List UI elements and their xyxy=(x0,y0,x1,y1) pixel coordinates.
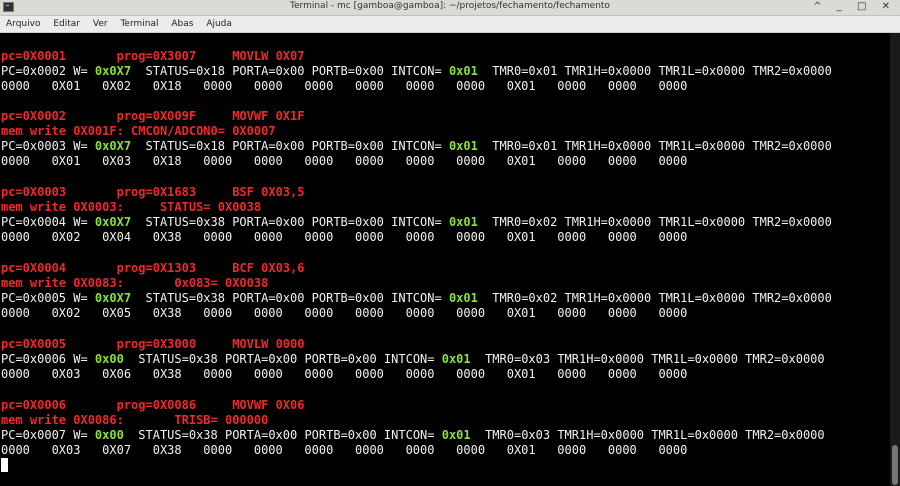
register-line: PC=0x0002 W= 0x0X7 STATUS=0x18 PORTA=0x0… xyxy=(1,64,832,78)
menu-ajuda[interactable]: Ajuda xyxy=(206,16,232,32)
register-line: PC=0x0007 W= 0x00 STATUS=0x38 PORTA=0x00… xyxy=(1,428,825,442)
mem-write-line: mem write 0X0086: TRISB= 000000 xyxy=(1,413,269,427)
mem-write-line: mem write 0X0003: STATUS= 0X0038 xyxy=(1,200,262,214)
register-line: PC=0x0005 W= 0x0X7 STATUS=0x38 PORTA=0x0… xyxy=(1,291,832,305)
values-line: 0000 0X02 0X05 0X38 0000 0000 0000 0000 … xyxy=(1,306,688,320)
terminal-cursor xyxy=(1,458,8,472)
window-title: Terminal - mc [gamboa@gamboa]: ~/projeto… xyxy=(290,1,610,11)
window-titlebar: Terminal - mc [gamboa@gamboa]: ~/projeto… xyxy=(0,0,900,16)
register-line: PC=0x0003 W= 0x0X7 STATUS=0x18 PORTA=0x0… xyxy=(1,139,832,153)
register-line: PC=0x0004 W= 0x0X7 STATUS=0x38 PORTA=0x0… xyxy=(1,215,832,229)
values-line: 0000 0X03 0X06 0X38 0000 0000 0000 0000 … xyxy=(1,367,688,381)
terminal-output[interactable]: pc=0X0001 prog=0X3007 MOVLW 0X07 PC=0x00… xyxy=(0,33,890,486)
instruction-line: pc=0X0006 prog=0X0086 MOVWF 0X06 xyxy=(1,398,305,412)
instruction-line: pc=0X0004 prog=0X1303 BCF 0X03,6 xyxy=(1,261,305,275)
window-controls[interactable]: ^ _ □ ✕ xyxy=(813,1,896,12)
scrollbar-thumb[interactable] xyxy=(892,445,898,485)
values-line: 0000 0X03 0X07 0X38 0000 0000 0000 0000 … xyxy=(1,443,688,457)
menu-arquivo[interactable]: Arquivo xyxy=(6,16,40,32)
values-line: 0000 0X02 0X04 0X38 0000 0000 0000 0000 … xyxy=(1,230,688,244)
mem-write-line: mem write 0X0083: 0x083= 0X0038 xyxy=(1,276,269,290)
menu-abas[interactable]: Abas xyxy=(171,16,193,32)
menu-editar[interactable]: Editar xyxy=(53,16,80,32)
menubar: Arquivo Editar Ver Terminal Abas Ajuda xyxy=(0,16,900,33)
menu-terminal[interactable]: Terminal xyxy=(120,16,158,32)
values-line: 0000 0X01 0X03 0X18 0000 0000 0000 0000 … xyxy=(1,154,688,168)
terminal-scrollbar[interactable] xyxy=(890,33,900,486)
mem-write-line: mem write 0X001F: CMCON/ADCON0= 0X0007 xyxy=(1,124,276,138)
instruction-line: pc=0X0005 prog=0X3000 MOVLW 0000 xyxy=(1,337,305,351)
register-line: PC=0x0006 W= 0x00 STATUS=0x38 PORTA=0x00… xyxy=(1,352,825,366)
values-line: 0000 0X01 0X02 0X18 0000 0000 0000 0000 … xyxy=(1,79,688,93)
menu-ver[interactable]: Ver xyxy=(93,16,108,32)
instruction-line: pc=0X0001 prog=0X3007 MOVLW 0X07 xyxy=(1,49,305,63)
instruction-line: pc=0X0002 prog=0X009F MOVWF 0X1F xyxy=(1,109,305,123)
instruction-line: pc=0X0003 prog=0X1683 BSF 0X03,5 xyxy=(1,185,305,199)
